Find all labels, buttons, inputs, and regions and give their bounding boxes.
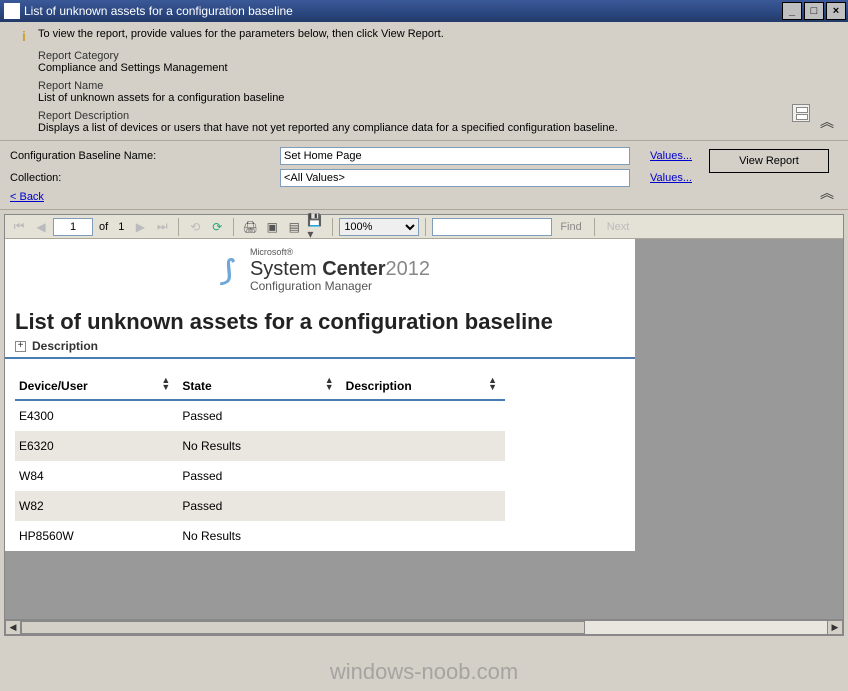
- report-header-pane: i To view the report, provide values for…: [0, 22, 848, 141]
- description-section-label: Description: [32, 339, 98, 353]
- last-page-button[interactable]: ⏭: [152, 217, 172, 237]
- collection-values-link[interactable]: Values...: [650, 172, 692, 184]
- window-icon: [4, 3, 20, 19]
- maximize-button[interactable]: □: [804, 2, 824, 20]
- expand-description-button[interactable]: +: [15, 341, 26, 352]
- collapse-params-icon[interactable]: ︽: [820, 183, 834, 203]
- cell-device: E4300: [15, 400, 178, 431]
- report-title: List of unknown assets for a configurati…: [15, 309, 553, 335]
- layout-icon[interactable]: [792, 104, 810, 122]
- category-value: Compliance and Settings Management: [38, 62, 838, 74]
- cell-device: E6320: [15, 431, 178, 461]
- col-state[interactable]: State ▲▼: [178, 373, 341, 400]
- collection-input[interactable]: [280, 169, 630, 187]
- collapse-header-icon[interactable]: ︽: [820, 112, 834, 132]
- cell-device: HP8560W: [15, 521, 178, 551]
- viewer-toolbar: ⏮ ◀ of 1 ▶ ⏭ ⟲ ⟳ 🖨 ▣ ▤ 💾▾ 100% Find Next: [5, 215, 843, 239]
- parameters-pane: Configuration Baseline Name: Values... C…: [0, 141, 848, 210]
- stop-button[interactable]: ⟳: [207, 217, 227, 237]
- report-desc-value: Displays a list of devices or users that…: [38, 122, 838, 134]
- close-button[interactable]: ×: [826, 2, 846, 20]
- cell-desc: [342, 461, 505, 491]
- logo-system-label: System: [250, 258, 317, 280]
- cell-device: W84: [15, 461, 178, 491]
- logo-year-label: 2012: [386, 258, 431, 280]
- find-input[interactable]: [432, 218, 552, 236]
- sort-icon: ▲▼: [488, 377, 497, 391]
- find-next-link[interactable]: Next: [601, 221, 636, 233]
- results-table: Device/User ▲▼ State ▲▼ Description ▲▼: [15, 373, 505, 551]
- table-row: E4300 Passed: [15, 400, 505, 431]
- report-name-value: List of unknown assets for a configurati…: [38, 92, 838, 104]
- report-viewer: ⏮ ◀ of 1 ▶ ⏭ ⟲ ⟳ 🖨 ▣ ▤ 💾▾ 100% Find Next…: [4, 214, 844, 636]
- cell-state: Passed: [178, 400, 341, 431]
- page-of-label: of: [95, 221, 112, 233]
- logo-microsoft-label: Microsoft®: [250, 248, 430, 258]
- cell-desc: [342, 521, 505, 551]
- baseline-input[interactable]: [280, 147, 630, 165]
- cell-state: No Results: [178, 521, 341, 551]
- table-row: W82 Passed: [15, 491, 505, 521]
- report-desc-label: Report Description: [38, 110, 838, 122]
- export-button[interactable]: 💾▾: [306, 217, 326, 237]
- report-name-label: Report Name: [38, 80, 838, 92]
- baseline-label: Configuration Baseline Name:: [10, 150, 280, 162]
- back-link[interactable]: < Back: [10, 191, 44, 203]
- cell-desc: [342, 431, 505, 461]
- window-title: List of unknown assets for a configurati…: [24, 4, 293, 18]
- cell-desc: [342, 400, 505, 431]
- minimize-button[interactable]: _: [782, 2, 802, 20]
- col-device-user[interactable]: Device/User ▲▼: [15, 373, 178, 400]
- find-link[interactable]: Find: [554, 221, 587, 233]
- report-page: ⟆ Microsoft® System Center2012 Configura…: [5, 239, 635, 551]
- system-center-swirl-icon: ⟆: [210, 255, 242, 287]
- table-row: HP8560W No Results: [15, 521, 505, 551]
- cell-state: Passed: [178, 461, 341, 491]
- scroll-thumb[interactable]: [21, 621, 585, 634]
- print-button[interactable]: 🖨: [240, 217, 260, 237]
- logo-center-label: Center: [322, 258, 385, 280]
- collection-label: Collection:: [10, 172, 280, 184]
- cell-desc: [342, 491, 505, 521]
- category-label: Report Category: [38, 50, 838, 62]
- sort-icon: ▲▼: [161, 377, 170, 391]
- viewer-body[interactable]: ⟆ Microsoft® System Center2012 Configura…: [5, 239, 843, 619]
- scroll-track[interactable]: [21, 620, 827, 635]
- current-page-input[interactable]: [53, 218, 93, 236]
- scroll-right-button[interactable]: ▶: [827, 620, 843, 635]
- scroll-left-button[interactable]: ◀: [5, 620, 21, 635]
- baseline-values-link[interactable]: Values...: [650, 150, 692, 162]
- col-description[interactable]: Description ▲▼: [342, 373, 505, 400]
- table-row: E6320 No Results: [15, 431, 505, 461]
- next-page-button[interactable]: ▶: [130, 217, 150, 237]
- cell-state: No Results: [178, 431, 341, 461]
- logo-subtitle-label: Configuration Manager: [250, 280, 430, 293]
- page-total-label: 1: [114, 221, 128, 233]
- title-bar: List of unknown assets for a configurati…: [0, 0, 848, 22]
- prev-page-button[interactable]: ◀: [31, 217, 51, 237]
- cell-state: Passed: [178, 491, 341, 521]
- horizontal-scrollbar[interactable]: ◀ ▶: [5, 619, 843, 635]
- first-page-button[interactable]: ⏮: [9, 217, 29, 237]
- sort-icon: ▲▼: [325, 377, 334, 391]
- watermark-text: windows-noob.com: [0, 659, 848, 685]
- page-setup-button[interactable]: ▤: [284, 217, 304, 237]
- print-layout-button[interactable]: ▣: [262, 217, 282, 237]
- info-icon: i: [16, 28, 32, 44]
- back-nav-button[interactable]: ⟲: [185, 217, 205, 237]
- view-report-button[interactable]: View Report: [709, 149, 829, 173]
- table-row: W84 Passed: [15, 461, 505, 491]
- info-text: To view the report, provide values for t…: [38, 28, 444, 40]
- zoom-select[interactable]: 100%: [339, 218, 419, 236]
- report-logo-header: ⟆ Microsoft® System Center2012 Configura…: [5, 239, 635, 303]
- cell-device: W82: [15, 491, 178, 521]
